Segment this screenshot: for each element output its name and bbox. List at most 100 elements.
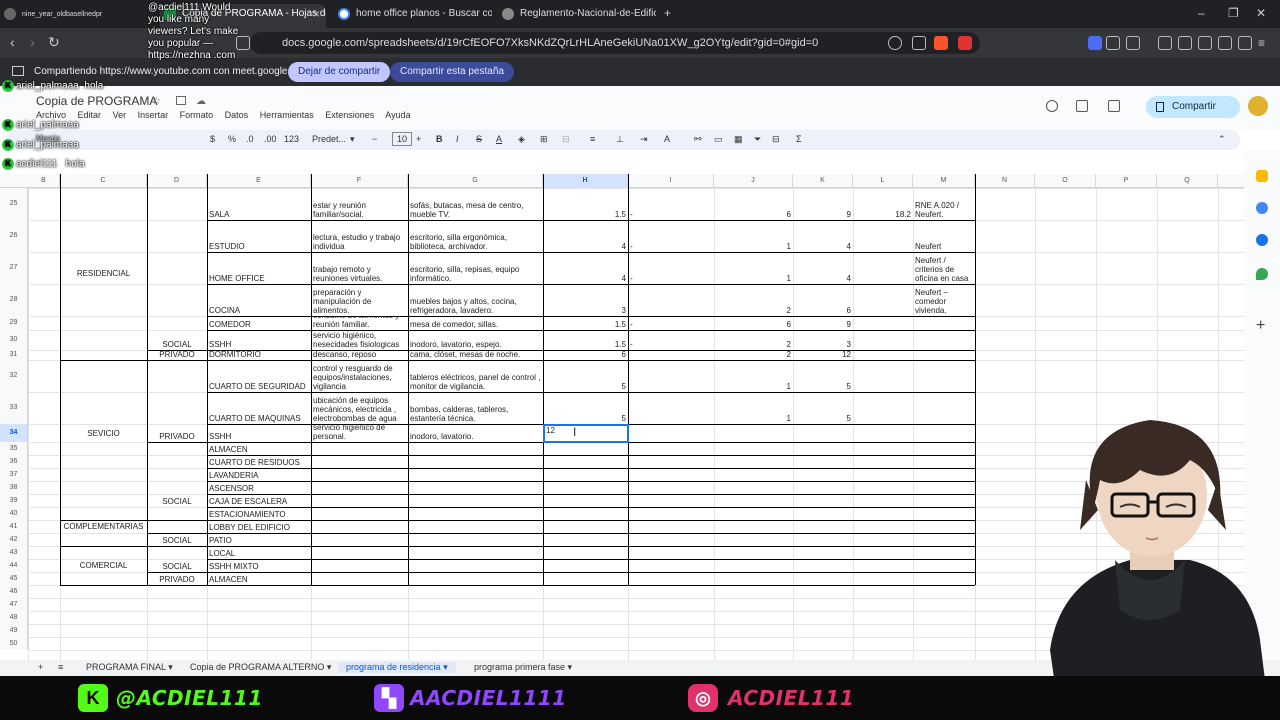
furniture-cell[interactable]: mesa de comedor, sillas. bbox=[410, 316, 541, 330]
wallet-icon[interactable] bbox=[1198, 36, 1212, 50]
value-cell[interactable]: 1 bbox=[716, 392, 791, 424]
space-name-cell[interactable]: LOBBY DEL EDIFICIO bbox=[209, 520, 309, 533]
row-header[interactable]: 30 bbox=[0, 330, 28, 350]
merged-label-cell[interactable]: PRIVADO bbox=[149, 360, 205, 442]
contacts-icon[interactable] bbox=[1256, 234, 1268, 246]
value-cell[interactable]: 4 bbox=[795, 220, 851, 252]
collapse-toolbar-icon[interactable]: ⌃ bbox=[1218, 134, 1226, 145]
reference-cell[interactable]: RNE A.020 / Neufert. bbox=[915, 188, 973, 220]
dash-cell[interactable]: - bbox=[630, 252, 712, 284]
value-cell[interactable]: 5 bbox=[795, 360, 851, 392]
row-header[interactable]: 41 bbox=[0, 520, 28, 533]
activity-cell[interactable]: servicio higiénico, nesecidades fisiolog… bbox=[313, 330, 406, 350]
merged-label-cell[interactable]: RESIDENCIAL bbox=[62, 188, 145, 360]
column-header[interactable]: I bbox=[628, 174, 714, 188]
row-header[interactable]: 29 bbox=[0, 316, 28, 330]
space-name-cell[interactable]: CUARTO DE SEGURIDAD bbox=[209, 360, 309, 392]
strikethrough-button[interactable]: S bbox=[476, 134, 482, 144]
furniture-cell[interactable]: cama, clóset, mesas de noche. bbox=[410, 350, 541, 360]
decrease-font-icon[interactable]: − bbox=[372, 134, 377, 144]
value-cell[interactable]: 5 bbox=[545, 360, 626, 392]
value-cell[interactable]: 9 bbox=[795, 316, 851, 330]
filter-icon[interactable]: ⏷ bbox=[754, 134, 761, 145]
space-name-cell[interactable]: COCINA bbox=[209, 284, 309, 316]
space-name-cell[interactable]: ALMACEN bbox=[209, 572, 309, 585]
back-icon[interactable]: ‹ bbox=[10, 34, 15, 50]
space-name-cell[interactable]: CUARTO DE RESIDUOS bbox=[209, 455, 309, 468]
space-name-cell[interactable]: SSHH MIXTO bbox=[209, 559, 309, 572]
value-cell[interactable]: 6 bbox=[716, 316, 791, 330]
row-header[interactable]: 48 bbox=[0, 611, 28, 624]
column-header[interactable]: B bbox=[28, 174, 60, 188]
reload-icon[interactable]: ↻ bbox=[48, 34, 60, 51]
brave-shield-icon[interactable] bbox=[934, 36, 948, 50]
currency-button[interactable]: $ bbox=[210, 134, 215, 144]
column-header[interactable]: K bbox=[793, 174, 853, 188]
value-cell[interactable]: 18.2 bbox=[855, 188, 911, 220]
tab-google-search[interactable]: home office planos - Buscar con Goo bbox=[334, 4, 492, 28]
furniture-cell[interactable]: inodoro, lavatorio. bbox=[410, 424, 541, 442]
minimize-icon[interactable]: – bbox=[1198, 6, 1205, 20]
value-cell[interactable]: 2 bbox=[716, 330, 791, 350]
merged-label-cell[interactable]: PRIVADO bbox=[149, 350, 205, 360]
history-icon[interactable] bbox=[1046, 100, 1058, 112]
value-cell[interactable]: 4 bbox=[545, 252, 626, 284]
activity-cell[interactable]: consumo de alimentos y reunión familiar. bbox=[313, 316, 406, 330]
row-header[interactable]: 25 bbox=[0, 188, 28, 220]
share-icon[interactable] bbox=[912, 36, 926, 50]
extensions-icon[interactable] bbox=[1106, 36, 1120, 50]
row-header[interactable]: 32 bbox=[0, 360, 28, 392]
value-cell[interactable]: 3 bbox=[545, 284, 626, 316]
space-name-cell[interactable]: DORMITORIO bbox=[209, 350, 309, 360]
activity-cell[interactable]: ubicación de equipos mecánicos, electric… bbox=[313, 392, 406, 424]
space-name-cell[interactable]: COMEDOR bbox=[209, 316, 309, 330]
value-cell[interactable]: 4 bbox=[545, 220, 626, 252]
percent-button[interactable]: % bbox=[228, 134, 236, 144]
value-cell[interactable]: 4 bbox=[795, 252, 851, 284]
add-addon-icon[interactable]: + bbox=[1256, 318, 1268, 334]
space-name-cell[interactable]: CAJA DE ESCALERA bbox=[209, 494, 309, 507]
column-header[interactable]: G bbox=[408, 174, 543, 188]
value-cell[interactable]: 2 bbox=[716, 284, 791, 316]
menu-ver[interactable]: Ver bbox=[113, 110, 127, 120]
merge-cells-icon[interactable]: ⊟ bbox=[562, 134, 570, 145]
document-title[interactable]: Copia de PROGRAMA bbox=[36, 94, 157, 108]
column-header[interactable]: C bbox=[60, 174, 147, 188]
vertical-align-icon[interactable]: ⊥ bbox=[616, 134, 624, 145]
menu-extensiones[interactable]: Extensiones bbox=[325, 110, 374, 120]
furniture-cell[interactable]: muebles bajos y altos, cocina, refrigera… bbox=[410, 284, 541, 316]
italic-button[interactable]: I bbox=[456, 134, 459, 144]
row-header[interactable]: 36 bbox=[0, 455, 28, 468]
sidebar-icon[interactable] bbox=[1178, 36, 1192, 50]
column-header[interactable]: L bbox=[853, 174, 913, 188]
merged-label-cell[interactable]: SOCIAL bbox=[149, 188, 205, 350]
merged-label-cell[interactable]: COMPLEMENTARIAS bbox=[62, 507, 145, 546]
value-cell[interactable]: 2 bbox=[716, 350, 791, 360]
chevron-down-icon[interactable]: ▾ bbox=[350, 134, 355, 145]
row-header[interactable]: 26 bbox=[0, 220, 28, 252]
active-cell-editor[interactable]: 12 bbox=[543, 424, 629, 443]
translate-icon[interactable] bbox=[1088, 36, 1102, 50]
menu-ayuda[interactable]: Ayuda bbox=[385, 110, 410, 120]
filter-views-icon[interactable]: ⊟ bbox=[772, 134, 780, 145]
row-header[interactable]: 42 bbox=[0, 533, 28, 546]
row-header[interactable]: 35 bbox=[0, 442, 28, 455]
menu-herramientas[interactable]: Herramientas bbox=[260, 110, 314, 120]
comment-icon[interactable]: ▭ bbox=[714, 134, 723, 145]
share-button[interactable]: Compartir bbox=[1146, 96, 1240, 118]
value-cell[interactable]: 1 bbox=[716, 220, 791, 252]
space-name-cell[interactable]: CUARTO DE MAQUINAS bbox=[209, 392, 309, 424]
value-cell[interactable]: 9 bbox=[795, 188, 851, 220]
functions-button[interactable]: Σ bbox=[796, 134, 802, 144]
menu-archivo[interactable]: Archivo bbox=[36, 110, 66, 120]
space-name-cell[interactable]: ESTACIONAMIENTO bbox=[209, 507, 309, 520]
value-cell[interactable]: 1.5 bbox=[545, 316, 626, 330]
furniture-cell[interactable]: escritorio, silla ergonómica, biblioteca… bbox=[410, 220, 541, 252]
keep-icon[interactable] bbox=[1256, 170, 1268, 182]
avatar[interactable] bbox=[1248, 96, 1268, 116]
tab-programa-primera-fase[interactable]: programa primera fase ▾ bbox=[466, 662, 580, 673]
number-format-button[interactable]: 123 bbox=[284, 134, 299, 144]
dash-cell[interactable]: - bbox=[630, 188, 712, 220]
furniture-cell[interactable]: bombas, calderas, tableros, estantería t… bbox=[410, 392, 541, 424]
furniture-cell[interactable]: escritorio, silla, repisas, equipo infor… bbox=[410, 252, 541, 284]
